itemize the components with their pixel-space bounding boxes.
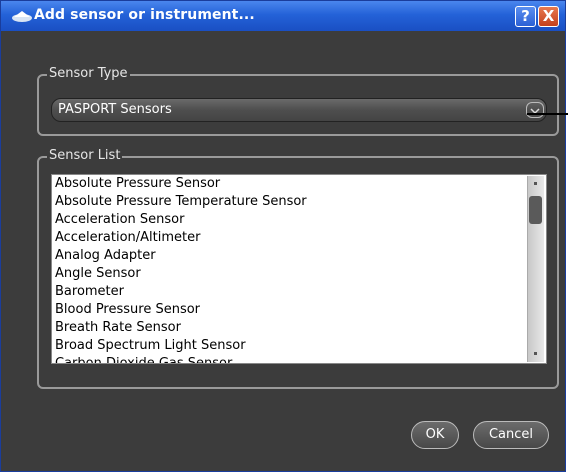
callout-line (527, 113, 568, 115)
chevron-down-icon[interactable] (526, 102, 544, 118)
list-item[interactable]: Analog Adapter (52, 247, 546, 265)
help-button[interactable]: ? (515, 6, 536, 27)
list-item[interactable]: Absolute Pressure Temperature Sensor (52, 193, 546, 211)
cancel-button[interactable]: Cancel (473, 421, 549, 449)
sensor-type-group: Sensor Type PASPORT Sensors (37, 66, 559, 136)
sensor-list-legend: Sensor List (47, 148, 123, 163)
sensor-type-legend: Sensor Type (47, 66, 130, 81)
add-sensor-dialog: Add sensor or instrument... ? X Sensor T… (0, 0, 566, 472)
list-scrollbar[interactable] (527, 176, 544, 362)
list-item[interactable]: Acceleration/Altimeter (52, 229, 546, 247)
sensor-list[interactable]: Absolute Pressure Sensor Absolute Pressu… (51, 174, 547, 364)
sensor-type-dropdown[interactable]: PASPORT Sensors (51, 98, 547, 122)
title-bar[interactable]: Add sensor or instrument... ? X (1, 1, 565, 31)
sensor-list-group: Sensor List Absolute Pressure Sensor Abs… (37, 148, 559, 389)
list-item[interactable]: Breath Rate Sensor (52, 319, 546, 337)
scroll-down-icon[interactable] (534, 352, 537, 355)
close-button[interactable]: X (538, 6, 559, 27)
scrollbar-thumb[interactable] (529, 196, 542, 224)
list-item[interactable]: Acceleration Sensor (52, 211, 546, 229)
list-item[interactable]: Angle Sensor (52, 265, 546, 283)
window-title: Add sensor or instrument... (34, 7, 255, 23)
list-item[interactable]: Barometer (52, 283, 546, 301)
list-item[interactable]: Absolute Pressure Sensor (52, 175, 546, 193)
ok-button[interactable]: OK (411, 421, 459, 449)
list-item[interactable]: Carbon Dioxide Gas Sensor (52, 355, 546, 363)
scroll-up-icon[interactable] (534, 182, 537, 185)
app-icon (12, 11, 32, 22)
list-item[interactable]: Blood Pressure Sensor (52, 301, 546, 319)
list-item[interactable]: Broad Spectrum Light Sensor (52, 337, 546, 355)
sensor-type-selected: PASPORT Sensors (58, 102, 172, 117)
